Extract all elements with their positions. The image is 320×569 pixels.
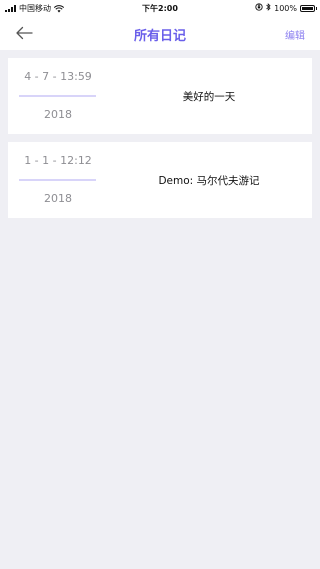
- status-right: 100%: [255, 3, 317, 13]
- bluetooth-icon: [266, 3, 271, 13]
- battery-fill: [302, 6, 313, 10]
- diary-entry[interactable]: 4 - 7 - 13:59 2018 美好的一天: [8, 58, 312, 134]
- entry-year: 2018: [44, 108, 72, 121]
- battery-percent: 100%: [274, 3, 297, 13]
- entry-date: 4 - 7 - 13:59: [24, 70, 92, 83]
- diary-entry[interactable]: 1 - 1 - 12:12 2018 Demo: 马尔代夫游记: [8, 142, 312, 218]
- nav-bar: 所有日记 编辑: [0, 16, 320, 50]
- orientation-lock-icon: [255, 3, 263, 13]
- entry-divider: [19, 95, 96, 97]
- page-title: 所有日记: [133, 29, 186, 44]
- edit-button[interactable]: 编辑: [285, 27, 305, 42]
- battery-icon: [300, 4, 317, 12]
- entry-date: 1 - 1 - 12:12: [24, 154, 92, 167]
- entry-title: Demo: 马尔代夫游记: [158, 175, 260, 187]
- entry-divider: [19, 179, 96, 181]
- status-bar: 中国移动 下午2:00 100%: [0, 0, 320, 16]
- entry-title: 美好的一天: [182, 91, 236, 103]
- diary-list: 4 - 7 - 13:59 2018 美好的一天 1 - 1 - 12:12 2…: [8, 58, 312, 226]
- entry-year: 2018: [44, 192, 72, 205]
